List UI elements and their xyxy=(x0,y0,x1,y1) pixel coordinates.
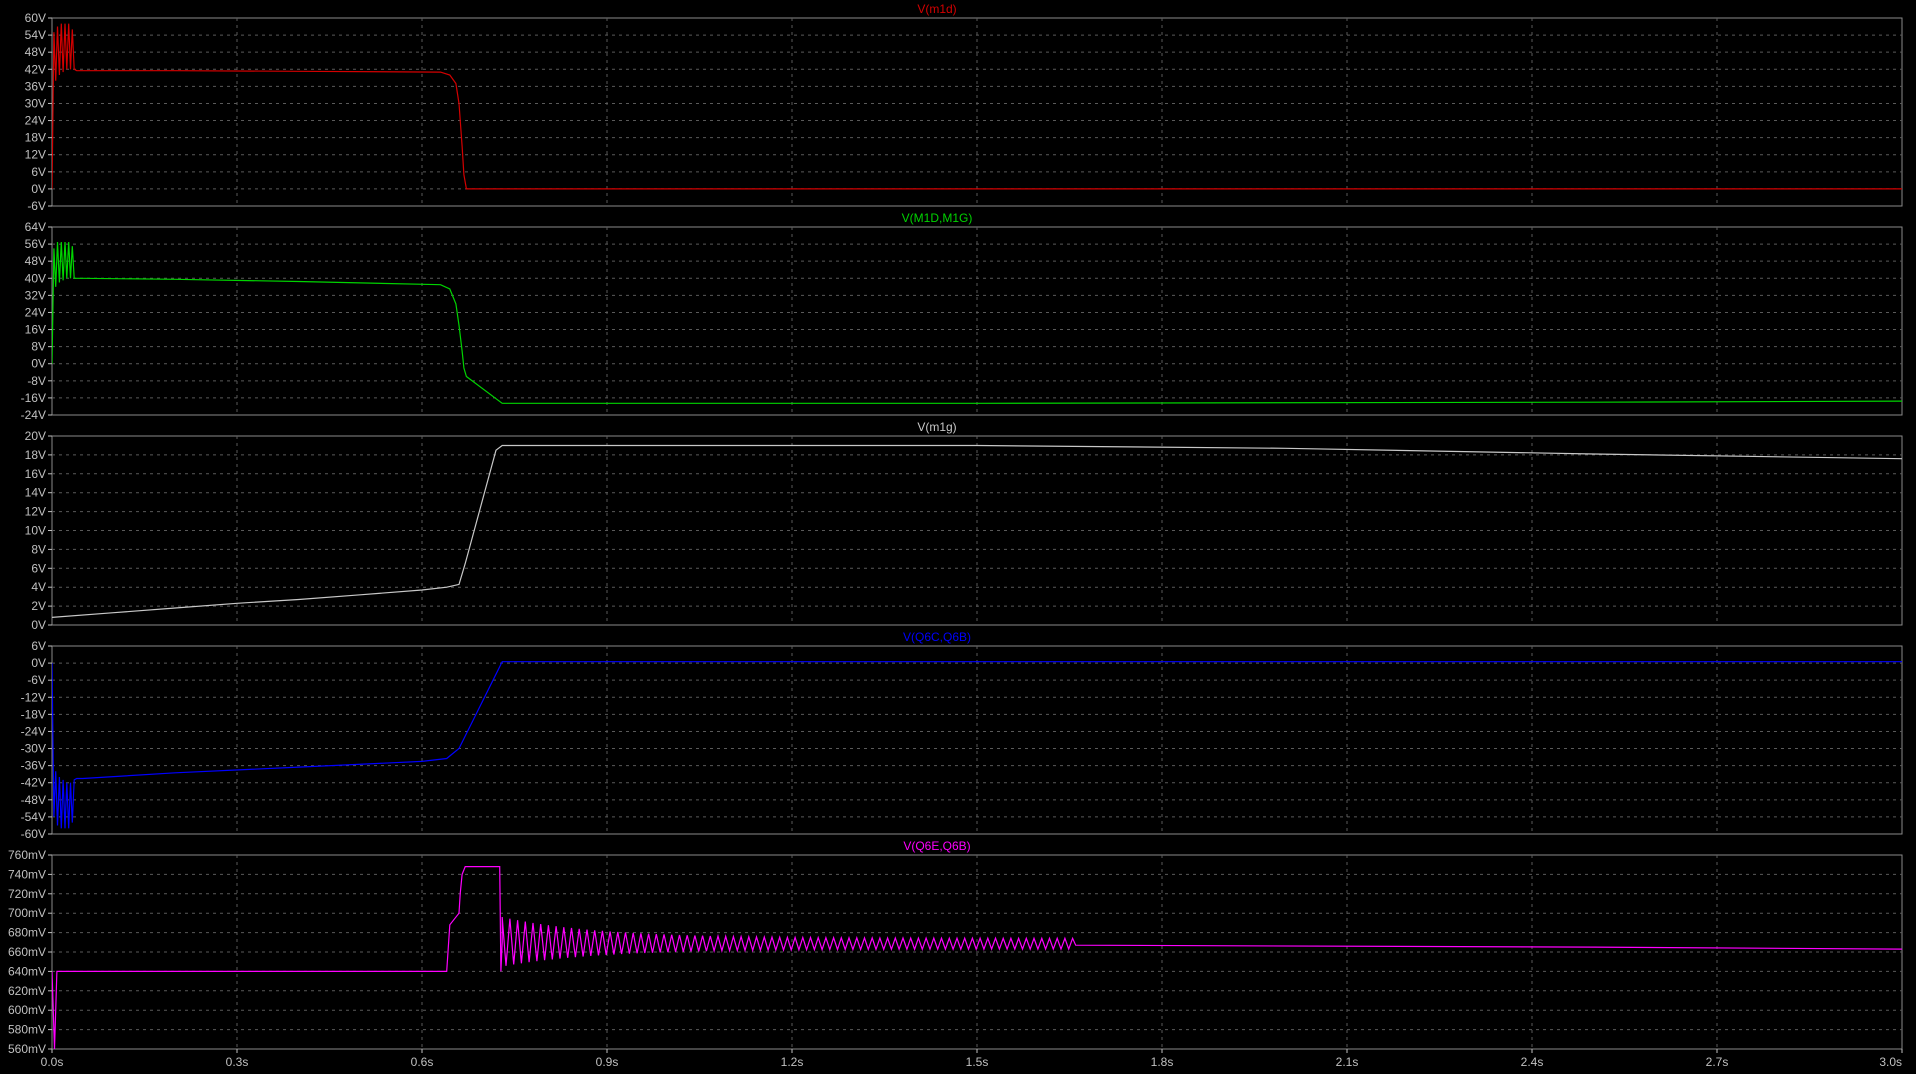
y-tick-label: 16V xyxy=(25,323,46,337)
trace-title[interactable]: V(M1D,M1G) xyxy=(902,211,973,225)
x-tick-label: 1.8s xyxy=(1151,1055,1174,1069)
y-tick-label: 56V xyxy=(25,237,46,251)
y-tick-label: 10V xyxy=(25,524,46,538)
y-tick-label: -8V xyxy=(27,374,46,388)
x-tick-label: 0.3s xyxy=(226,1055,249,1069)
trace-title[interactable]: V(m1d) xyxy=(917,2,956,16)
y-tick-label: 32V xyxy=(25,288,46,302)
y-tick-label: 12V xyxy=(25,148,46,162)
y-tick-label: 640mV xyxy=(8,964,46,978)
trace-title[interactable]: V(m1g) xyxy=(917,420,956,434)
y-tick-label: -30V xyxy=(21,742,46,756)
y-tick-label: 18V xyxy=(25,131,46,145)
y-tick-label: -36V xyxy=(21,759,46,773)
y-tick-label: 2V xyxy=(31,599,46,613)
y-tick-label: 20V xyxy=(25,429,46,443)
y-tick-label: -54V xyxy=(21,810,46,824)
y-tick-label: 660mV xyxy=(8,945,46,959)
y-tick-label: 0V xyxy=(31,182,46,196)
x-tick-label: 0.6s xyxy=(411,1055,434,1069)
y-tick-label: 40V xyxy=(25,271,46,285)
plot-pane[interactable]: 760mV 740mV 720mV 700mV 680mV 660mV 640mV 620mV… xyxy=(8,839,1903,1056)
y-tick-label: 700mV xyxy=(8,906,46,920)
y-tick-label: 560mV xyxy=(8,1042,46,1056)
y-tick-label: -12V xyxy=(21,690,46,704)
y-tick-label: 30V xyxy=(25,96,46,110)
y-tick-label: -48V xyxy=(21,793,46,807)
y-tick-label: -6V xyxy=(27,199,46,213)
y-tick-label: 680mV xyxy=(8,926,46,940)
y-tick-label: 6V xyxy=(31,639,46,653)
plot-pane[interactable]: 64V 56V 48V 40V 32V 24V 16V 8V 0V -8V -16V -24V V(M1… xyxy=(21,211,1903,422)
y-tick-label: 12V xyxy=(25,505,46,519)
y-tick-label: -24V xyxy=(21,408,46,422)
y-tick-label: 720mV xyxy=(8,887,46,901)
y-tick-label: 580mV xyxy=(8,1023,46,1037)
y-tick-label: 8V xyxy=(31,340,46,354)
y-tick-label: 18V xyxy=(25,448,46,462)
waveform-viewer: 60V 54V 48V 42V 36V 30V 24V 18V 12V 6V 0V -6V V(m1d)… xyxy=(8,2,1903,1069)
y-tick-label: 36V xyxy=(25,79,46,93)
plot-pane[interactable]: 6V 0V -6V -12V -18V -24V -30V -36V -42V -48V -54V -… xyxy=(21,630,1903,841)
y-tick-label: -18V xyxy=(21,707,46,721)
y-tick-label: 0V xyxy=(31,656,46,670)
plot-pane[interactable]: 20V 18V 16V 14V 12V 10V 8V 6V 4V 2V 0V V(m1g) xyxy=(25,420,1903,632)
y-tick-label: 54V xyxy=(25,28,46,42)
x-tick-label: 1.5s xyxy=(966,1055,989,1069)
y-tick-label: 740mV xyxy=(8,867,46,881)
y-tick-label: 64V xyxy=(25,220,46,234)
x-tick-label: 2.4s xyxy=(1521,1055,1544,1069)
trace-title[interactable]: V(Q6C,Q6B) xyxy=(903,630,971,644)
y-tick-label: 620mV xyxy=(8,984,46,998)
y-tick-label: 4V xyxy=(31,580,46,594)
y-tick-label: 24V xyxy=(25,114,46,128)
y-tick-label: 8V xyxy=(31,542,46,556)
y-tick-label: 60V xyxy=(25,11,46,25)
y-tick-label: 16V xyxy=(25,467,46,481)
y-tick-label: -24V xyxy=(21,724,46,738)
x-tick-label: 1.2s xyxy=(781,1055,804,1069)
y-tick-label: 48V xyxy=(25,254,46,268)
x-tick-label: 2.7s xyxy=(1706,1055,1729,1069)
trace-title[interactable]: V(Q6E,Q6B) xyxy=(903,839,970,853)
y-tick-label: 42V xyxy=(25,62,46,76)
y-tick-label: 14V xyxy=(25,486,46,500)
y-tick-label: 48V xyxy=(25,45,46,59)
y-tick-label: 0V xyxy=(31,357,46,371)
time-axis: 0.0s 0.3s 0.6s 0.9s 1.2s 1.5s 1.8s 2.1s 2.4s 2.7s… xyxy=(41,1049,1903,1069)
trace-line[interactable] xyxy=(52,241,1902,404)
x-tick-label: 3.0s xyxy=(1879,1055,1902,1069)
y-tick-label: 24V xyxy=(25,305,46,319)
y-tick-label: 6V xyxy=(31,561,46,575)
y-tick-label: 600mV xyxy=(8,1003,46,1017)
x-tick-label: 0.0s xyxy=(41,1055,64,1069)
x-tick-label: 0.9s xyxy=(596,1055,619,1069)
y-tick-label: -16V xyxy=(21,391,46,405)
y-tick-label: 0V xyxy=(31,618,46,632)
x-tick-label: 2.1s xyxy=(1336,1055,1359,1069)
y-tick-label: 6V xyxy=(31,165,46,179)
y-tick-label: 760mV xyxy=(8,848,46,862)
y-tick-label: -60V xyxy=(21,827,46,841)
y-tick-label: -6V xyxy=(27,673,46,687)
plot-pane[interactable]: 60V 54V 48V 42V 36V 30V 24V 18V 12V 6V 0V -6V V(m1d) xyxy=(25,2,1903,213)
y-tick-label: -42V xyxy=(21,776,46,790)
